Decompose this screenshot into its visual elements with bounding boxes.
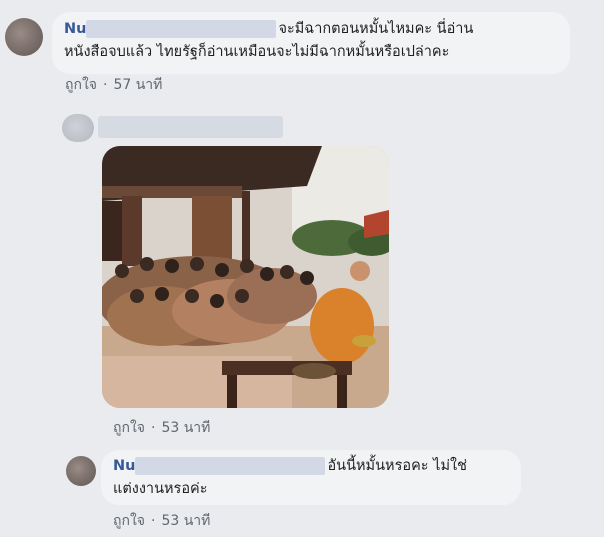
comment-bubble: Nu จะมีฉากตอนหมั้นไหมคะ นี่อ่าน หนังสือจบ… — [52, 12, 570, 74]
comment-text-line: อันนี้หมั้นหรอคะ ไม่ใช่ — [327, 458, 467, 474]
comment-meta: ถูกใจ · 53 นาที — [113, 417, 210, 439]
blurred-author-name[interactable] — [98, 116, 283, 138]
timestamp[interactable]: 57 นาที — [113, 77, 162, 93]
avatar[interactable] — [62, 114, 94, 142]
comment-meta: ถูกใจ · 53 นาที — [113, 510, 210, 532]
avatar[interactable] — [66, 456, 96, 486]
timestamp[interactable]: 53 นาที — [161, 420, 210, 436]
comment-text-line: หนังสือจบแล้ว ไทยรัฐก็อ่านเหมือนจะไม่มีฉ… — [64, 44, 450, 60]
separator-dot: · — [151, 513, 156, 529]
comment-text-line: จะมีฉากตอนหมั้นไหมคะ นี่อ่าน — [278, 21, 474, 37]
avatar[interactable] — [5, 18, 43, 56]
like-link[interactable]: ถูกใจ — [113, 513, 145, 529]
like-link[interactable]: ถูกใจ — [65, 77, 97, 93]
like-link[interactable]: ถูกใจ — [113, 420, 145, 436]
separator-dot: · — [103, 77, 108, 93]
photo-image[interactable] — [102, 146, 389, 408]
comment-meta: ถูกใจ · 57 นาที — [65, 74, 162, 96]
comment-author[interactable]: Nu — [113, 458, 135, 474]
blurred-author-name[interactable] — [86, 20, 277, 38]
comment-photo[interactable] — [102, 146, 389, 408]
separator-dot: · — [151, 420, 156, 436]
blurred-author-name[interactable] — [135, 457, 326, 475]
comment-bubble: Nu อันนี้หมั้นหรอคะ ไม่ใช่ แต่งงานหรอค่ะ — [101, 450, 521, 505]
comment-text-line: แต่งงานหรอค่ะ — [113, 481, 208, 497]
comment-author[interactable]: Nu — [64, 21, 86, 37]
timestamp[interactable]: 53 นาที — [161, 513, 210, 529]
